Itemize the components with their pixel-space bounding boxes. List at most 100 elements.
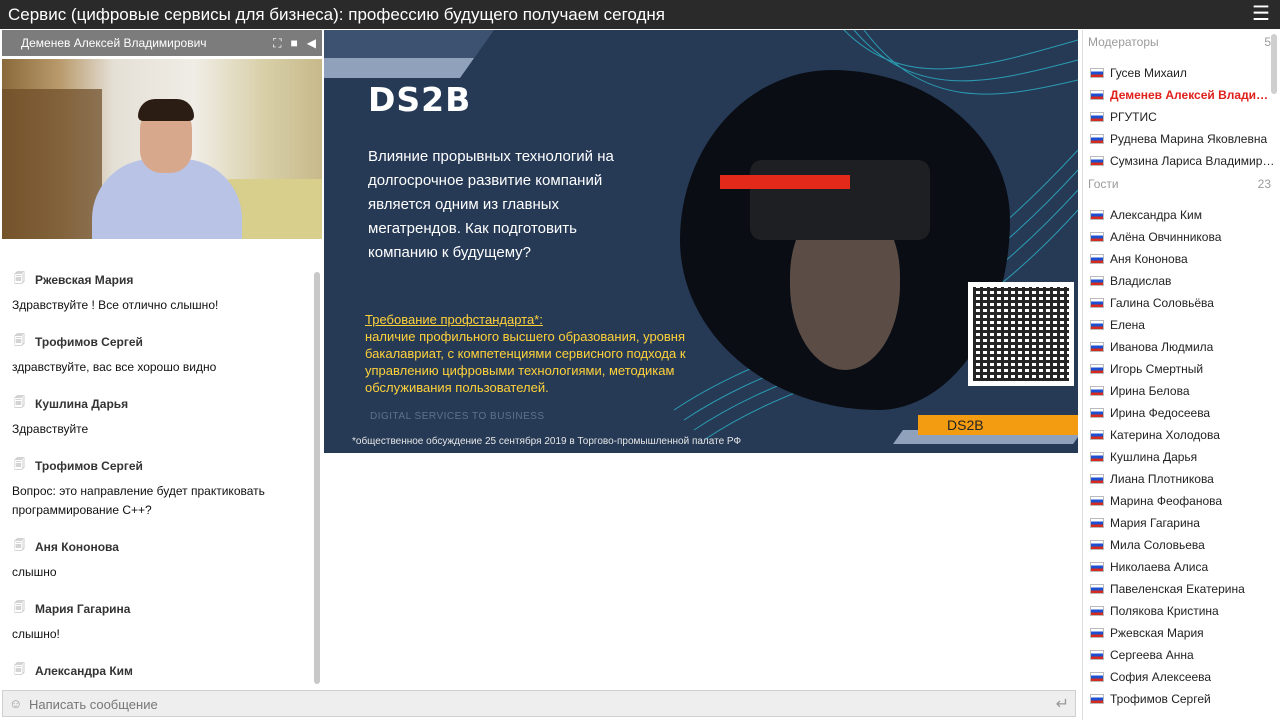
participant-name: Трофимов Сергей <box>1110 692 1211 706</box>
message-icon: 🗐 <box>14 273 25 285</box>
participant-item[interactable]: Гусев Михаил <box>1083 62 1280 84</box>
russia-flag-icon <box>1090 518 1104 528</box>
russia-flag-icon <box>1090 276 1104 286</box>
russia-flag-icon <box>1090 364 1104 374</box>
participant-item[interactable]: Кушлина Дарья <box>1083 446 1280 468</box>
participant-item[interactable]: Галина Соловьёва <box>1083 292 1280 314</box>
guests-list: Александра Ким Алёна Овчинникова Аня Конон… <box>1083 196 1280 710</box>
participant-name: Сергеева Анна <box>1110 648 1194 662</box>
guests-count: 23 <box>1257 177 1271 191</box>
chat-author-name: Аня Кононова <box>35 539 119 554</box>
participant-item[interactable]: Елена <box>1083 314 1280 336</box>
participant-name: Мария Гагарина <box>1110 516 1200 530</box>
russia-flag-icon <box>1090 650 1104 660</box>
participant-item[interactable]: Марина Феофанова <box>1083 490 1280 512</box>
russia-flag-icon <box>1090 112 1104 122</box>
participant-item[interactable]: Руднева Марина Яковлевна <box>1083 128 1280 150</box>
russia-flag-icon <box>1090 134 1104 144</box>
message-icon: 🗐 <box>14 540 25 552</box>
participant-item[interactable]: РГУТИС <box>1083 106 1280 128</box>
vr-image-headset <box>750 160 930 240</box>
russia-flag-icon <box>1090 584 1104 594</box>
hamburger-menu-icon[interactable]: ☰ <box>1252 0 1270 29</box>
webcam-video <box>2 59 322 239</box>
participant-item[interactable]: Сумзина Лариса Владимиро… <box>1083 150 1280 172</box>
participant-item[interactable]: Деменев Алексей Владимир… <box>1083 84 1280 106</box>
chat-message-author: 🗐 Кушлина Дарья <box>12 394 310 413</box>
chat-message: 🗐 Трофимов Сергей Вопрос: это направление … <box>2 456 310 520</box>
participant-item[interactable]: Лиана Плотникова <box>1083 468 1280 490</box>
participant-item[interactable]: Ржевская Мария <box>1083 622 1280 644</box>
russia-flag-icon <box>1090 232 1104 242</box>
participant-name: Ирина Федосеева <box>1110 406 1211 420</box>
emoji-icon[interactable]: ☺ <box>9 696 22 711</box>
participant-item[interactable]: Владислав <box>1083 270 1280 292</box>
russia-flag-icon <box>1090 606 1104 616</box>
participant-item[interactable]: Ирина Федосеева <box>1083 402 1280 424</box>
chat-message-author: 🗐 Аня Кононова <box>12 537 310 556</box>
chat-message-text: Здравствуйте <box>12 422 89 436</box>
guests-header: Гости 23 <box>1083 172 1280 196</box>
participant-item[interactable]: Павеленская Екатерина <box>1083 578 1280 600</box>
chat-message-text: Вопрос: это направление будет практикова… <box>12 484 265 517</box>
chat-author-name: Трофимов Сергей <box>35 334 143 349</box>
russia-flag-icon <box>1090 90 1104 100</box>
participant-item[interactable]: Ирина Белова <box>1083 380 1280 402</box>
chat-message-text: здравствуйте, вас все хорошо видно <box>12 360 217 374</box>
chat-message-author: 🗐 Трофимов Сергей <box>12 456 310 475</box>
message-input[interactable] <box>29 694 1029 714</box>
video-background-cabinet <box>2 89 102 239</box>
participant-item[interactable]: Аня Кононова <box>1083 248 1280 270</box>
participant-item[interactable]: Мила Соловьева <box>1083 534 1280 556</box>
participant-name: Ирина Белова <box>1110 384 1190 398</box>
guests-label: Гости <box>1088 177 1119 191</box>
presentation-slide: DS2B Влияние прорывных технологий на дол… <box>324 30 1078 453</box>
send-icon[interactable]: ↵ <box>1056 694 1069 714</box>
fullscreen-icon[interactable]: ⛶ <box>273 30 281 56</box>
participant-item[interactable]: София Алексеева <box>1083 666 1280 688</box>
chat-message-author: 🗐 Ржевская Мария <box>12 270 310 289</box>
russia-flag-icon <box>1090 496 1104 506</box>
russia-flag-icon <box>1090 68 1104 78</box>
moderators-label: Модераторы <box>1088 35 1159 49</box>
moderators-header: Модераторы 5 <box>1083 30 1280 54</box>
participant-name: Игорь Смертный <box>1110 362 1204 376</box>
russia-flag-icon <box>1090 628 1104 638</box>
chat-message-text: слышно <box>12 565 57 579</box>
chat-message: 🗐Александра Кимвсё слышно <box>2 661 310 686</box>
participant-name: Аня Кононова <box>1110 252 1188 266</box>
participant-item[interactable]: Сергеева Анна <box>1083 644 1280 666</box>
russia-flag-icon <box>1090 254 1104 264</box>
chat-author-name: Трофимов Сергей <box>35 458 143 473</box>
message-icon: 🗐 <box>14 664 25 676</box>
message-icon: 🗐 <box>14 459 25 471</box>
participant-name: Катерина Холодова <box>1110 428 1220 442</box>
russia-flag-icon <box>1090 672 1104 682</box>
participant-item[interactable]: Иванова Людмила <box>1083 336 1280 358</box>
participant-name: София Алексеева <box>1110 670 1212 684</box>
chat-scrollbar[interactable] <box>314 272 320 684</box>
participant-item[interactable]: Игорь Смертный <box>1083 358 1280 380</box>
russia-flag-icon <box>1090 320 1104 330</box>
qr-code <box>968 282 1074 386</box>
participant-item[interactable]: Николаева Алиса <box>1083 556 1280 578</box>
camera-icon[interactable]: ■ <box>291 30 298 56</box>
slide-badge: DS2B <box>918 415 1078 435</box>
speaker-icon[interactable]: ◀ <box>307 30 316 56</box>
participant-name: Владислав <box>1110 274 1172 288</box>
chat-author-name: Кушлина Дарья <box>35 396 129 411</box>
video-person-hair <box>138 99 194 121</box>
participant-item[interactable]: Трофимов Сергей <box>1083 688 1280 710</box>
russia-flag-icon <box>1090 474 1104 484</box>
participant-item[interactable]: Алёна Овчинникова <box>1083 226 1280 248</box>
participant-name: Лиана Плотникова <box>1110 472 1214 486</box>
participant-item[interactable]: Мария Гагарина <box>1083 512 1280 534</box>
participant-name: Павеленская Екатерина <box>1110 582 1245 596</box>
participant-item[interactable]: Полякова Кристина <box>1083 600 1280 622</box>
participant-item[interactable]: Александра Ким <box>1083 204 1280 226</box>
participant-item[interactable]: Катерина Холодова <box>1083 424 1280 446</box>
message-input-bar: ☺ ↵ <box>2 690 1076 717</box>
message-icon: 🗐 <box>14 397 25 409</box>
chat-message-author: 🗐 Александра Ким <box>12 661 310 680</box>
chat-message: 🗐 Мария Гагарина слышно! <box>2 599 310 644</box>
